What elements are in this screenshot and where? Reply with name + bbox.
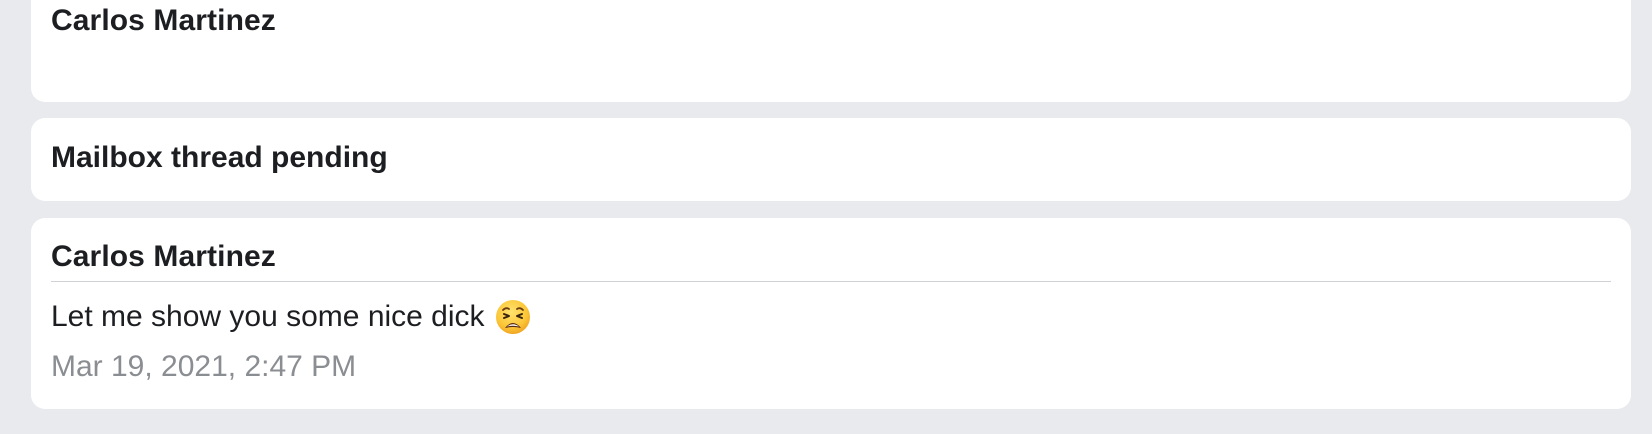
message-text: Let me show you some nice dick — [51, 300, 485, 333]
thread-status-title: Mailbox thread pending — [51, 141, 388, 174]
message-sender-name: Carlos Martinez — [51, 240, 276, 273]
divider — [51, 281, 1611, 282]
message-card: Carlos Martinez Let me show you some nic… — [31, 218, 1631, 409]
contact-card: Carlos Martinez — [31, 0, 1631, 102]
contact-name: Carlos Martinez — [51, 4, 276, 37]
thread-status-card: Mailbox thread pending — [31, 118, 1631, 201]
message-body: Let me show you some nice dick — [51, 298, 531, 336]
weary-face-icon — [495, 300, 530, 334]
message-timestamp: Mar 19, 2021, 2:47 PM — [51, 350, 357, 383]
